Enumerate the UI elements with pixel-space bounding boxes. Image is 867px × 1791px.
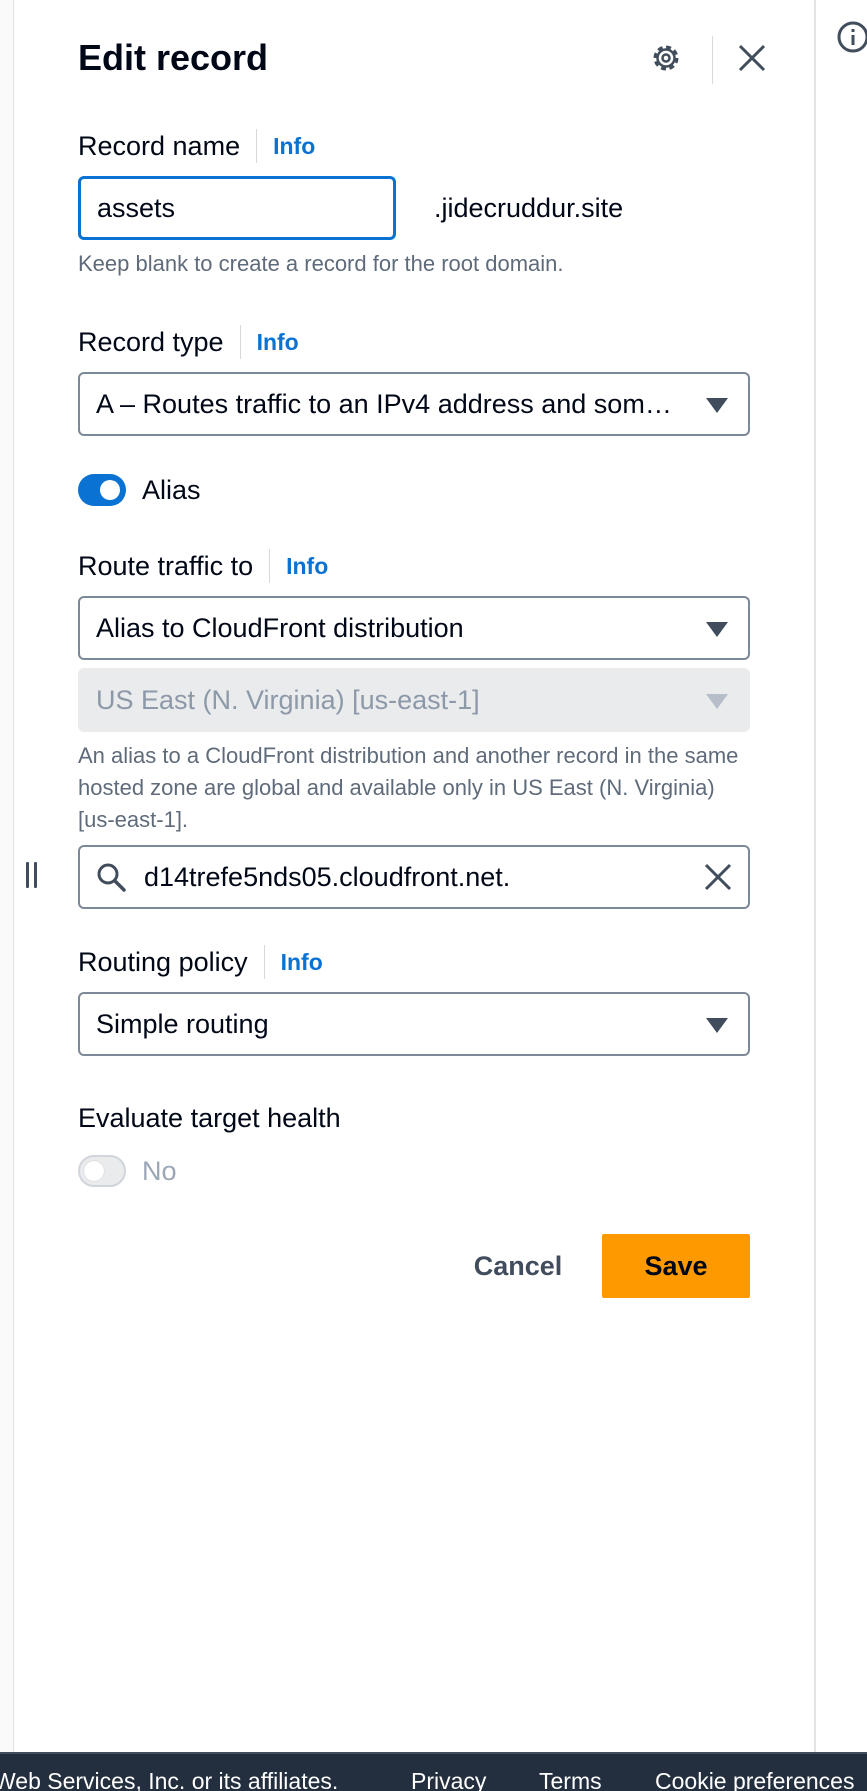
gear-icon (653, 45, 679, 71)
caret-down-icon (706, 622, 728, 637)
header-divider (712, 36, 713, 84)
footer-privacy-link[interactable]: Privacy (411, 1768, 486, 1791)
clear-icon[interactable] (702, 861, 734, 893)
routing-policy-info-link[interactable]: Info (281, 949, 323, 976)
label-divider (256, 129, 258, 163)
routing-policy-value: Simple routing (96, 1009, 269, 1039)
record-type-label: Record type (78, 327, 224, 357)
routing-policy-label-row: Routing policy Info (78, 942, 323, 982)
footer-cookie-preferences-link[interactable]: Cookie preferences (655, 1768, 854, 1791)
caret-down-icon (706, 694, 728, 709)
close-button[interactable] (734, 40, 770, 76)
record-type-select[interactable]: A – Routes traffic to an IPv4 address an… (78, 372, 750, 436)
cancel-button[interactable]: Cancel (448, 1235, 588, 1297)
close-icon (738, 44, 766, 72)
record-name-label: Record name (78, 131, 241, 161)
settings-button[interactable] (648, 40, 684, 76)
record-name-input[interactable]: assets (78, 176, 396, 240)
left-panel-edge (0, 0, 14, 1752)
toggle-knob (100, 480, 120, 500)
label-divider (269, 549, 271, 583)
drag-handle-icon[interactable] (26, 862, 40, 888)
domain-suffix: .jidecruddur.site (434, 193, 624, 223)
label-divider (263, 945, 265, 979)
info-circle-icon[interactable] (836, 20, 867, 54)
search-icon (97, 863, 126, 892)
route-traffic-label-row: Route traffic to Info (78, 546, 328, 586)
drawer-header: Edit record (78, 36, 772, 84)
drawer-title: Edit record (78, 37, 269, 78)
caret-down-icon (706, 398, 728, 413)
panel-divider[interactable] (814, 0, 816, 1752)
route-traffic-info-link[interactable]: Info (286, 553, 328, 580)
record-name-value[interactable]: assets (97, 179, 175, 237)
region-select: US East (N. Virginia) [us-east-1] (78, 668, 750, 732)
region-value: US East (N. Virginia) [us-east-1] (96, 685, 480, 715)
distribution-search-input[interactable]: d14trefe5nds05.cloudfront.net. (78, 845, 750, 909)
record-name-label-row: Record name Info (78, 126, 315, 166)
evaluate-health-state: No (142, 1156, 177, 1186)
endpoint-value: Alias to CloudFront distribution (96, 613, 464, 643)
alias-label: Alias (142, 475, 201, 505)
routing-policy-select[interactable]: Simple routing (78, 992, 750, 1056)
record-type-label-row: Record type Info (78, 322, 299, 362)
page-footer: Web Services, Inc. or its affiliates. Pr… (0, 1752, 867, 1791)
caret-down-icon (706, 1018, 728, 1033)
distribution-value[interactable]: d14trefe5nds05.cloudfront.net. (144, 847, 510, 907)
evaluate-health-label-row: Evaluate target health (78, 1098, 341, 1138)
evaluate-health-toggle[interactable] (78, 1155, 126, 1187)
alias-toggle[interactable] (78, 474, 126, 506)
record-type-info-link[interactable]: Info (257, 329, 299, 356)
evaluate-health-label: Evaluate target health (78, 1103, 341, 1133)
label-divider (239, 325, 241, 359)
routing-policy-label: Routing policy (78, 947, 248, 977)
page: Edit record Record name Info assets .jid… (0, 0, 867, 1791)
route-traffic-hint: An alias to a CloudFront distribution an… (78, 743, 739, 832)
toggle-knob (84, 1161, 104, 1181)
footer-copyright: Web Services, Inc. or its affiliates. (0, 1768, 339, 1791)
endpoint-select[interactable]: Alias to CloudFront distribution (78, 596, 750, 660)
record-type-value: A – Routes traffic to an IPv4 address an… (96, 389, 684, 419)
record-name-hint: Keep blank to create a record for the ro… (78, 251, 564, 276)
save-button[interactable]: Save (602, 1234, 750, 1298)
footer-terms-link[interactable]: Terms (539, 1768, 602, 1791)
record-name-info-link[interactable]: Info (273, 133, 315, 160)
route-traffic-label: Route traffic to (78, 551, 254, 581)
